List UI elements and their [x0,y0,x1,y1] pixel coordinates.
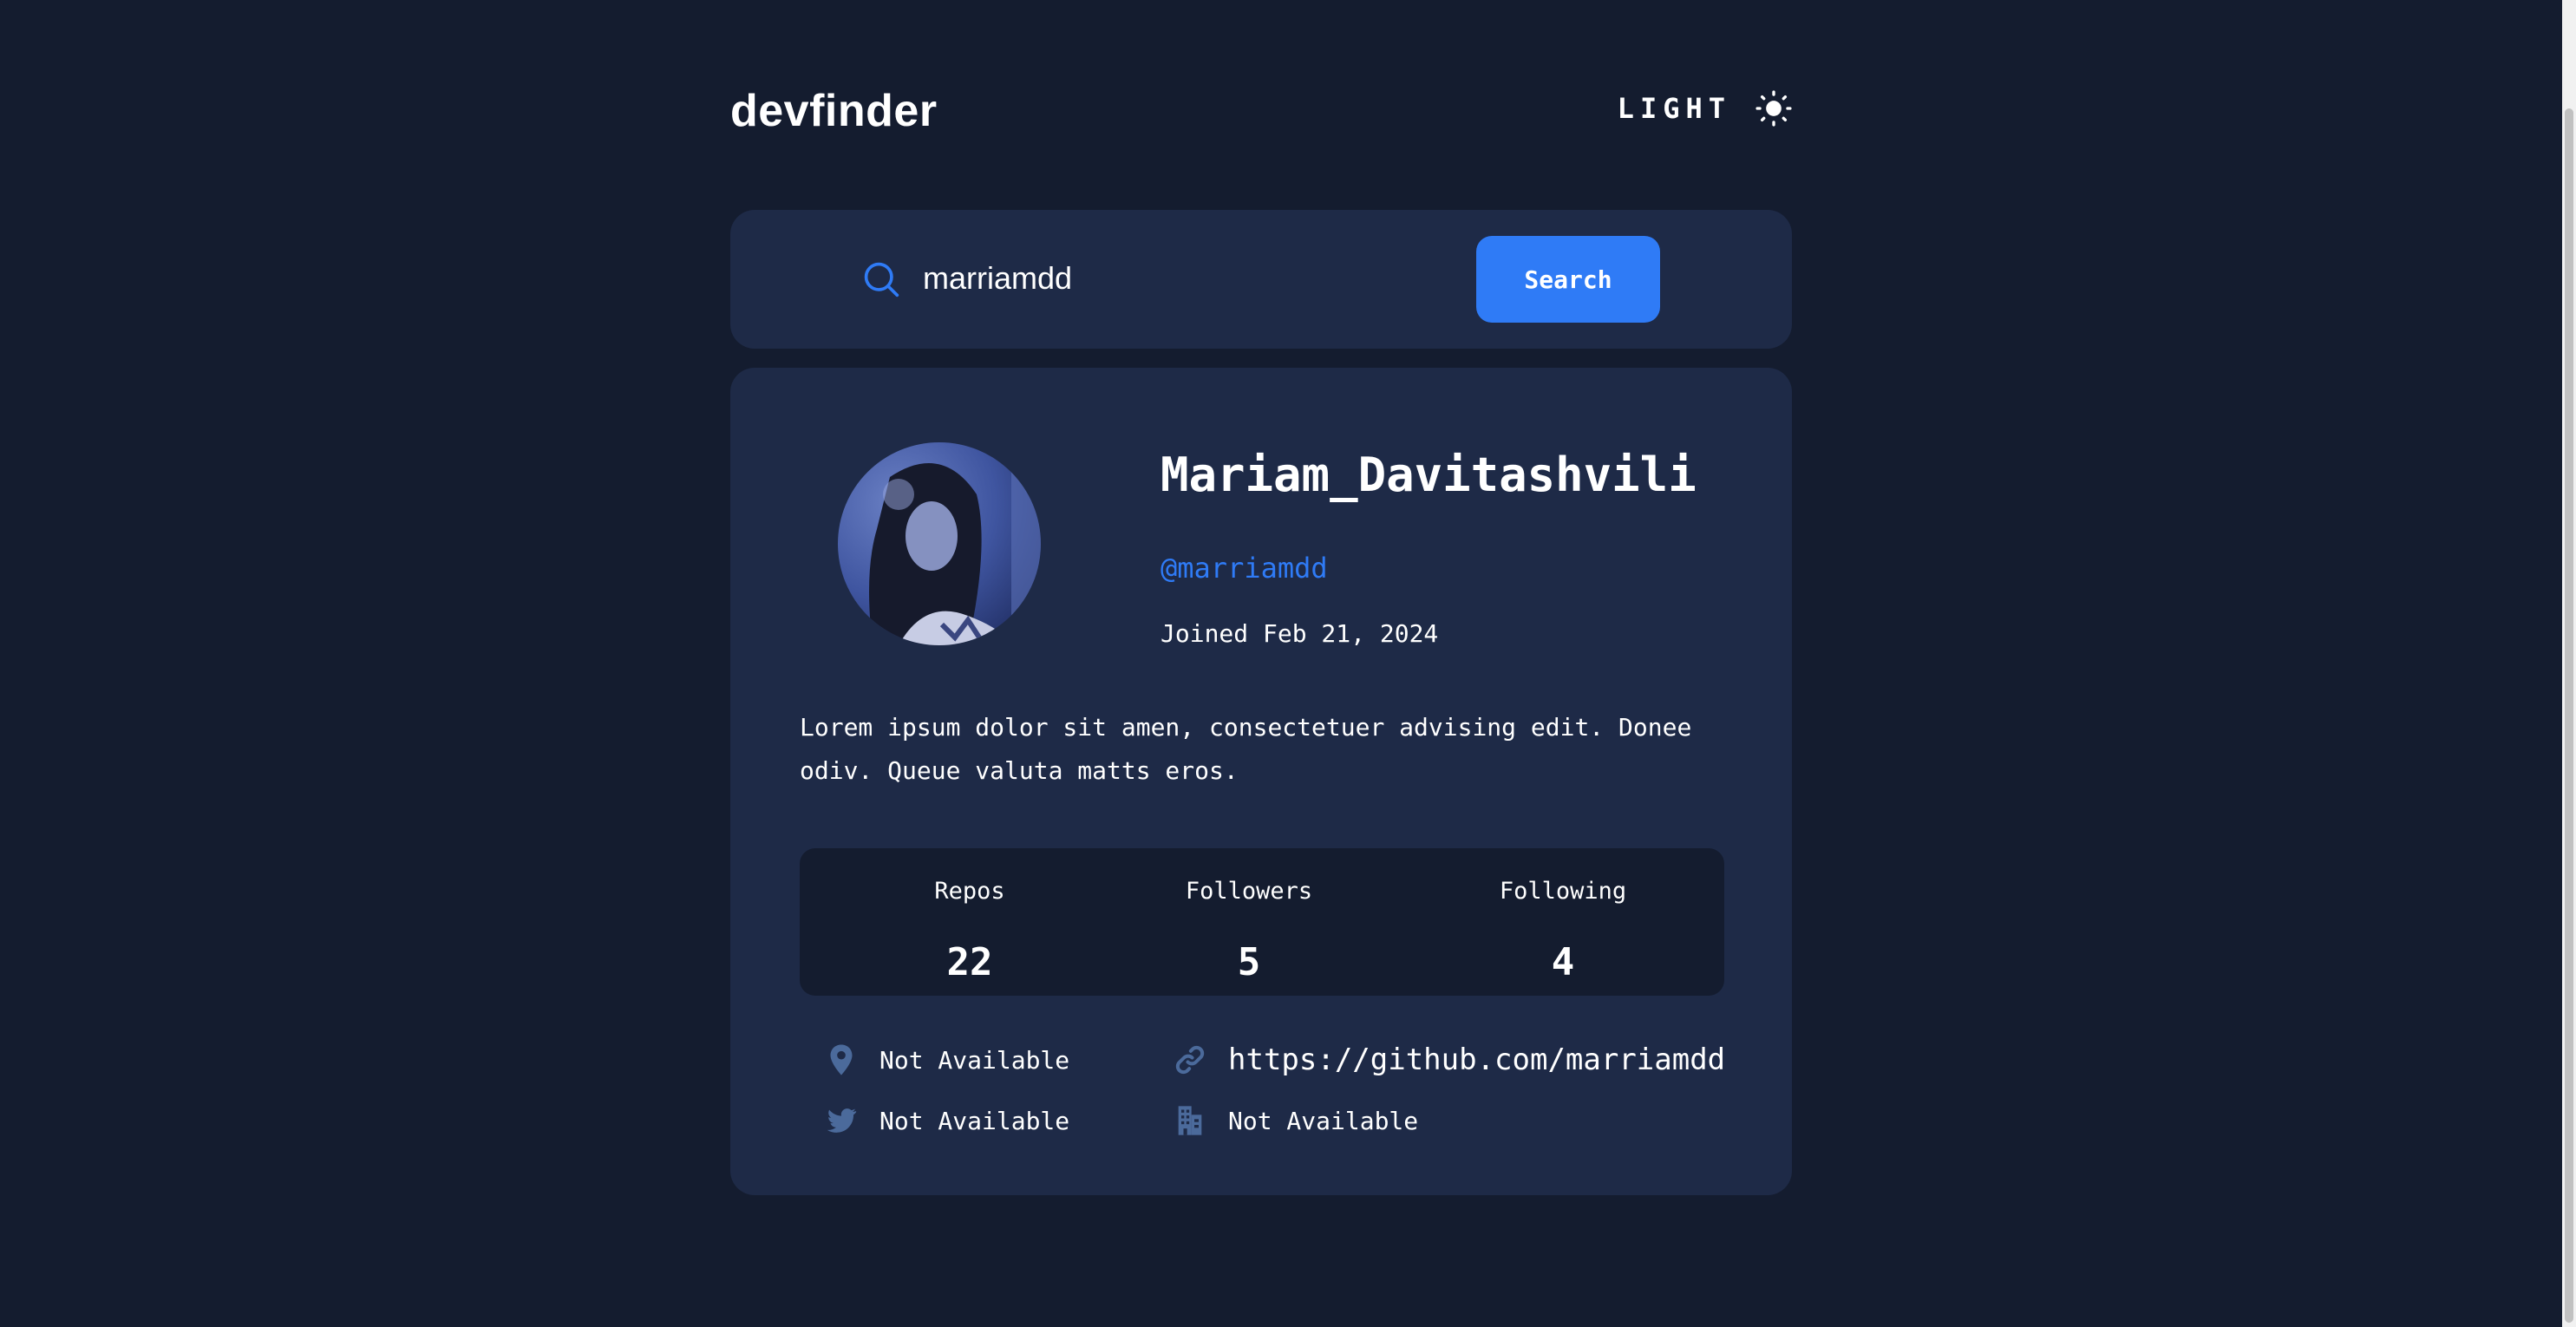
avatar [838,442,1041,645]
stats-box: Repos 22 Followers 5 Following 4 [800,848,1724,996]
stat-repos-value: 22 [946,940,993,984]
page-scrollbar[interactable] [2562,0,2576,1327]
stat-followers-value: 5 [1237,940,1261,984]
info-twitter-text: Not Available [879,1106,1070,1135]
info-location-text: Not Available [879,1045,1070,1075]
info-company-text: Not Available [1228,1106,1419,1135]
app-header: devfinder LIGHT [730,78,1792,147]
info-location: Not Available [824,1039,1069,1081]
search-icon [864,262,899,297]
twitter-icon [827,1108,857,1133]
stat-repos: Repos 22 [895,848,1044,996]
stat-following: Following 4 [1468,848,1658,996]
stat-following-label: Following [1499,878,1627,905]
theme-toggle-button[interactable]: LIGHT [1618,90,1792,127]
stat-repos-label: Repos [934,878,1005,905]
info-company: Not Available [1173,1100,1418,1141]
profile-bio: Lorem ipsum dolor sit amen, consectetuer… [800,713,1692,785]
profile-login-link[interactable]: @marriamdd [1161,552,1328,585]
sun-icon [1755,90,1792,127]
stat-followers: Followers 5 [1162,848,1336,996]
link-icon [1175,1045,1205,1075]
info-blog-link[interactable]: https://github.com/marriamdd [1228,1043,1725,1077]
office-building-icon [1178,1106,1202,1135]
stat-following-value: 4 [1551,940,1575,984]
search-bar: Search [730,210,1792,349]
profile-name: Mariam_Davitashvili [1161,448,1697,502]
theme-toggle-label: LIGHT [1617,92,1731,125]
scrollbar-thumb[interactable] [2565,108,2573,1323]
search-input[interactable] [923,250,1443,307]
avatar-image [838,442,1041,645]
profile-joined-date: Joined Feb 21, 2024 [1161,619,1439,648]
search-button[interactable]: Search [1476,236,1660,323]
app-logo: devfinder [730,86,938,136]
stat-followers-label: Followers [1185,878,1313,905]
info-twitter: Not Available [824,1100,1069,1141]
info-blog[interactable]: https://github.com/marriamdd [1173,1039,1725,1081]
profile-card: Mariam_Davitashvili @marriamdd Joined Fe… [730,368,1792,1195]
location-pin-icon [830,1044,853,1075]
